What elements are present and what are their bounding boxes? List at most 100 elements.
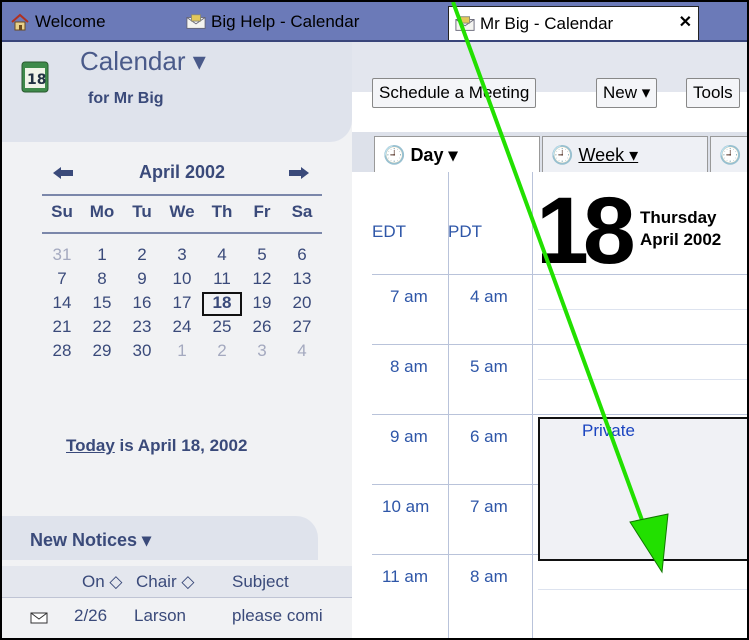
svg-text:18: 18	[27, 72, 46, 88]
calendar-day[interactable]: 16	[122, 292, 162, 316]
calendar-header: 18 Calendar ▾ for Mr Big	[2, 42, 352, 142]
calendar-day[interactable]: 23	[122, 316, 162, 340]
app-window: Welcome Big Help - Calendar Mr Big - Cal…	[0, 0, 749, 640]
calendar-day[interactable]: 3	[242, 340, 282, 364]
calendar-title[interactable]: Calendar ▾	[80, 46, 206, 77]
calendar-icon: 18	[21, 61, 49, 93]
calendar-day[interactable]: 26	[242, 316, 282, 340]
tab-welcome[interactable]: Welcome	[10, 5, 106, 39]
half-hour-line	[538, 309, 747, 310]
notice-subject: please comi	[232, 606, 323, 625]
calendar-mail-icon	[455, 15, 475, 31]
day-name: Thursday	[640, 208, 717, 227]
tab-day-label: Day ▾	[410, 145, 458, 165]
calendar-day[interactable]: 19	[242, 292, 282, 316]
dow-label: Tu	[132, 202, 152, 221]
days-of-week: Su Mo Tu We Th Fr Sa	[42, 202, 322, 222]
notices-title[interactable]: New Notices ▾	[30, 530, 151, 551]
today-link[interactable]: Today	[66, 436, 115, 455]
calendar-day[interactable]: 6	[282, 244, 322, 268]
tab-week-label: Week ▾	[578, 145, 639, 165]
time-edt: 7 am	[390, 287, 428, 306]
timezone-secondary: PDT	[448, 222, 482, 241]
calendar-day[interactable]: 4	[282, 340, 322, 364]
mini-calendar-grid: 31 1 2 3 4 5 6 7 8 9 10 11 12 13 14 15 16 17 18 19 20 21 22 23 2…	[42, 244, 322, 364]
calendar-day[interactable]: 29	[82, 340, 122, 364]
calendar-day[interactable]: 17	[162, 292, 202, 316]
tab-mr-big-calendar[interactable]: Mr Big - Calendar ✕	[448, 6, 699, 40]
calendar-event[interactable]: Private	[538, 417, 747, 561]
today-line: Today is April 18, 2002	[66, 436, 247, 456]
calendar-day[interactable]: 12	[242, 268, 282, 292]
today-text: is April 18, 2002	[114, 436, 248, 455]
calendar-day[interactable]: 13	[282, 268, 322, 292]
schedule-meeting-button[interactable]: Schedule a Meeting	[372, 78, 537, 108]
calendar-day-today[interactable]: 18	[202, 292, 242, 316]
sidebar: 18 Calendar ▾ for Mr Big April 2002 Su M…	[2, 42, 352, 638]
calendar-day[interactable]: 11	[202, 268, 242, 292]
tab-month[interactable]: 🕘	[710, 136, 747, 174]
tab-big-help-calendar[interactable]: Big Help - Calendar	[186, 5, 359, 39]
tab-label: Welcome	[35, 12, 106, 31]
calendar-day[interactable]: 9	[122, 268, 162, 292]
time-edt: 9 am	[390, 427, 428, 446]
main-pane: Schedule a Meeting New ▾ Tools 🕘 Day ▾ 🕘…	[352, 42, 747, 638]
calendar-day[interactable]: 7	[42, 268, 82, 292]
calendar-day[interactable]: 1	[162, 340, 202, 364]
calendar-week-row: 28 29 30 1 2 3 4	[42, 340, 322, 364]
time-edt: 11 am	[382, 567, 428, 586]
notices-header: New Notices ▾	[2, 516, 318, 560]
calendar-day[interactable]: 14	[42, 292, 82, 316]
dow-label: Fr	[253, 202, 271, 221]
calendar-week-row: 31 1 2 3 4 5 6	[42, 244, 322, 268]
column-header-on[interactable]: On ◇	[82, 572, 122, 592]
event-label: Private	[582, 421, 635, 440]
calendar-day[interactable]: 27	[282, 316, 322, 340]
clock-icon: 🕘	[719, 145, 742, 165]
calendar-day[interactable]: 8	[82, 268, 122, 292]
calendar-day[interactable]: 28	[42, 340, 82, 364]
calendar-day[interactable]: 24	[162, 316, 202, 340]
calendar-day[interactable]: 30	[122, 340, 162, 364]
time-pdt: 7 am	[470, 497, 508, 516]
column-header-subject[interactable]: Subject	[232, 572, 289, 592]
calendar-day[interactable]: 1	[82, 244, 122, 268]
view-tabs: 🕘 Day ▾ 🕘 Week ▾ 🕘	[352, 132, 747, 174]
tab-label: Big Help - Calendar	[211, 12, 360, 31]
tab-close-button[interactable]: ✕	[679, 12, 692, 32]
next-month-arrow-icon[interactable]	[288, 166, 310, 180]
tab-day[interactable]: 🕘 Day ▾	[374, 136, 540, 174]
tab-week[interactable]: 🕘 Week ▾	[542, 136, 708, 174]
mini-calendar-nav: April 2002	[42, 158, 322, 188]
calendar-day[interactable]: 15	[82, 292, 122, 316]
column-header-chair[interactable]: Chair ◇	[136, 572, 194, 592]
calendar-day[interactable]: 2	[202, 340, 242, 364]
calendar-day[interactable]: 20	[282, 292, 322, 316]
calendar-day[interactable]: 21	[42, 316, 82, 340]
tab-bar: Welcome Big Help - Calendar Mr Big - Cal…	[2, 2, 747, 42]
calendar-day[interactable]: 25	[202, 316, 242, 340]
calendar-day[interactable]: 5	[242, 244, 282, 268]
calendar-week-row: 7 8 9 10 11 12 13	[42, 268, 322, 292]
calendar-day[interactable]: 3	[162, 244, 202, 268]
calendar-day[interactable]: 4	[202, 244, 242, 268]
clock-icon: 🕘	[551, 145, 574, 165]
dow-label: Mo	[89, 202, 115, 221]
calendar-day[interactable]: 31	[42, 244, 82, 268]
calendar-day[interactable]: 2	[122, 244, 162, 268]
divider	[42, 232, 322, 234]
calendar-day[interactable]: 10	[162, 268, 202, 292]
notice-chair: Larson	[134, 606, 186, 625]
clock-icon: 🕘	[383, 145, 406, 165]
calendar-day[interactable]: 22	[82, 316, 122, 340]
notice-row[interactable]: 2/26 Larson please comi	[2, 602, 352, 632]
mini-calendar-month: April 2002	[138, 162, 226, 182]
calendar-owner: for Mr Big	[88, 90, 164, 107]
envelope-icon	[30, 612, 48, 624]
tools-button[interactable]: Tools	[686, 78, 740, 108]
tab-label: Mr Big - Calendar	[480, 13, 614, 33]
calendar-week-row: 21 22 23 24 25 26 27	[42, 316, 322, 340]
time-pdt: 8 am	[470, 567, 508, 586]
new-button[interactable]: New ▾	[596, 78, 658, 108]
notices-column-headers: On ◇ Chair ◇ Subject	[2, 566, 352, 598]
